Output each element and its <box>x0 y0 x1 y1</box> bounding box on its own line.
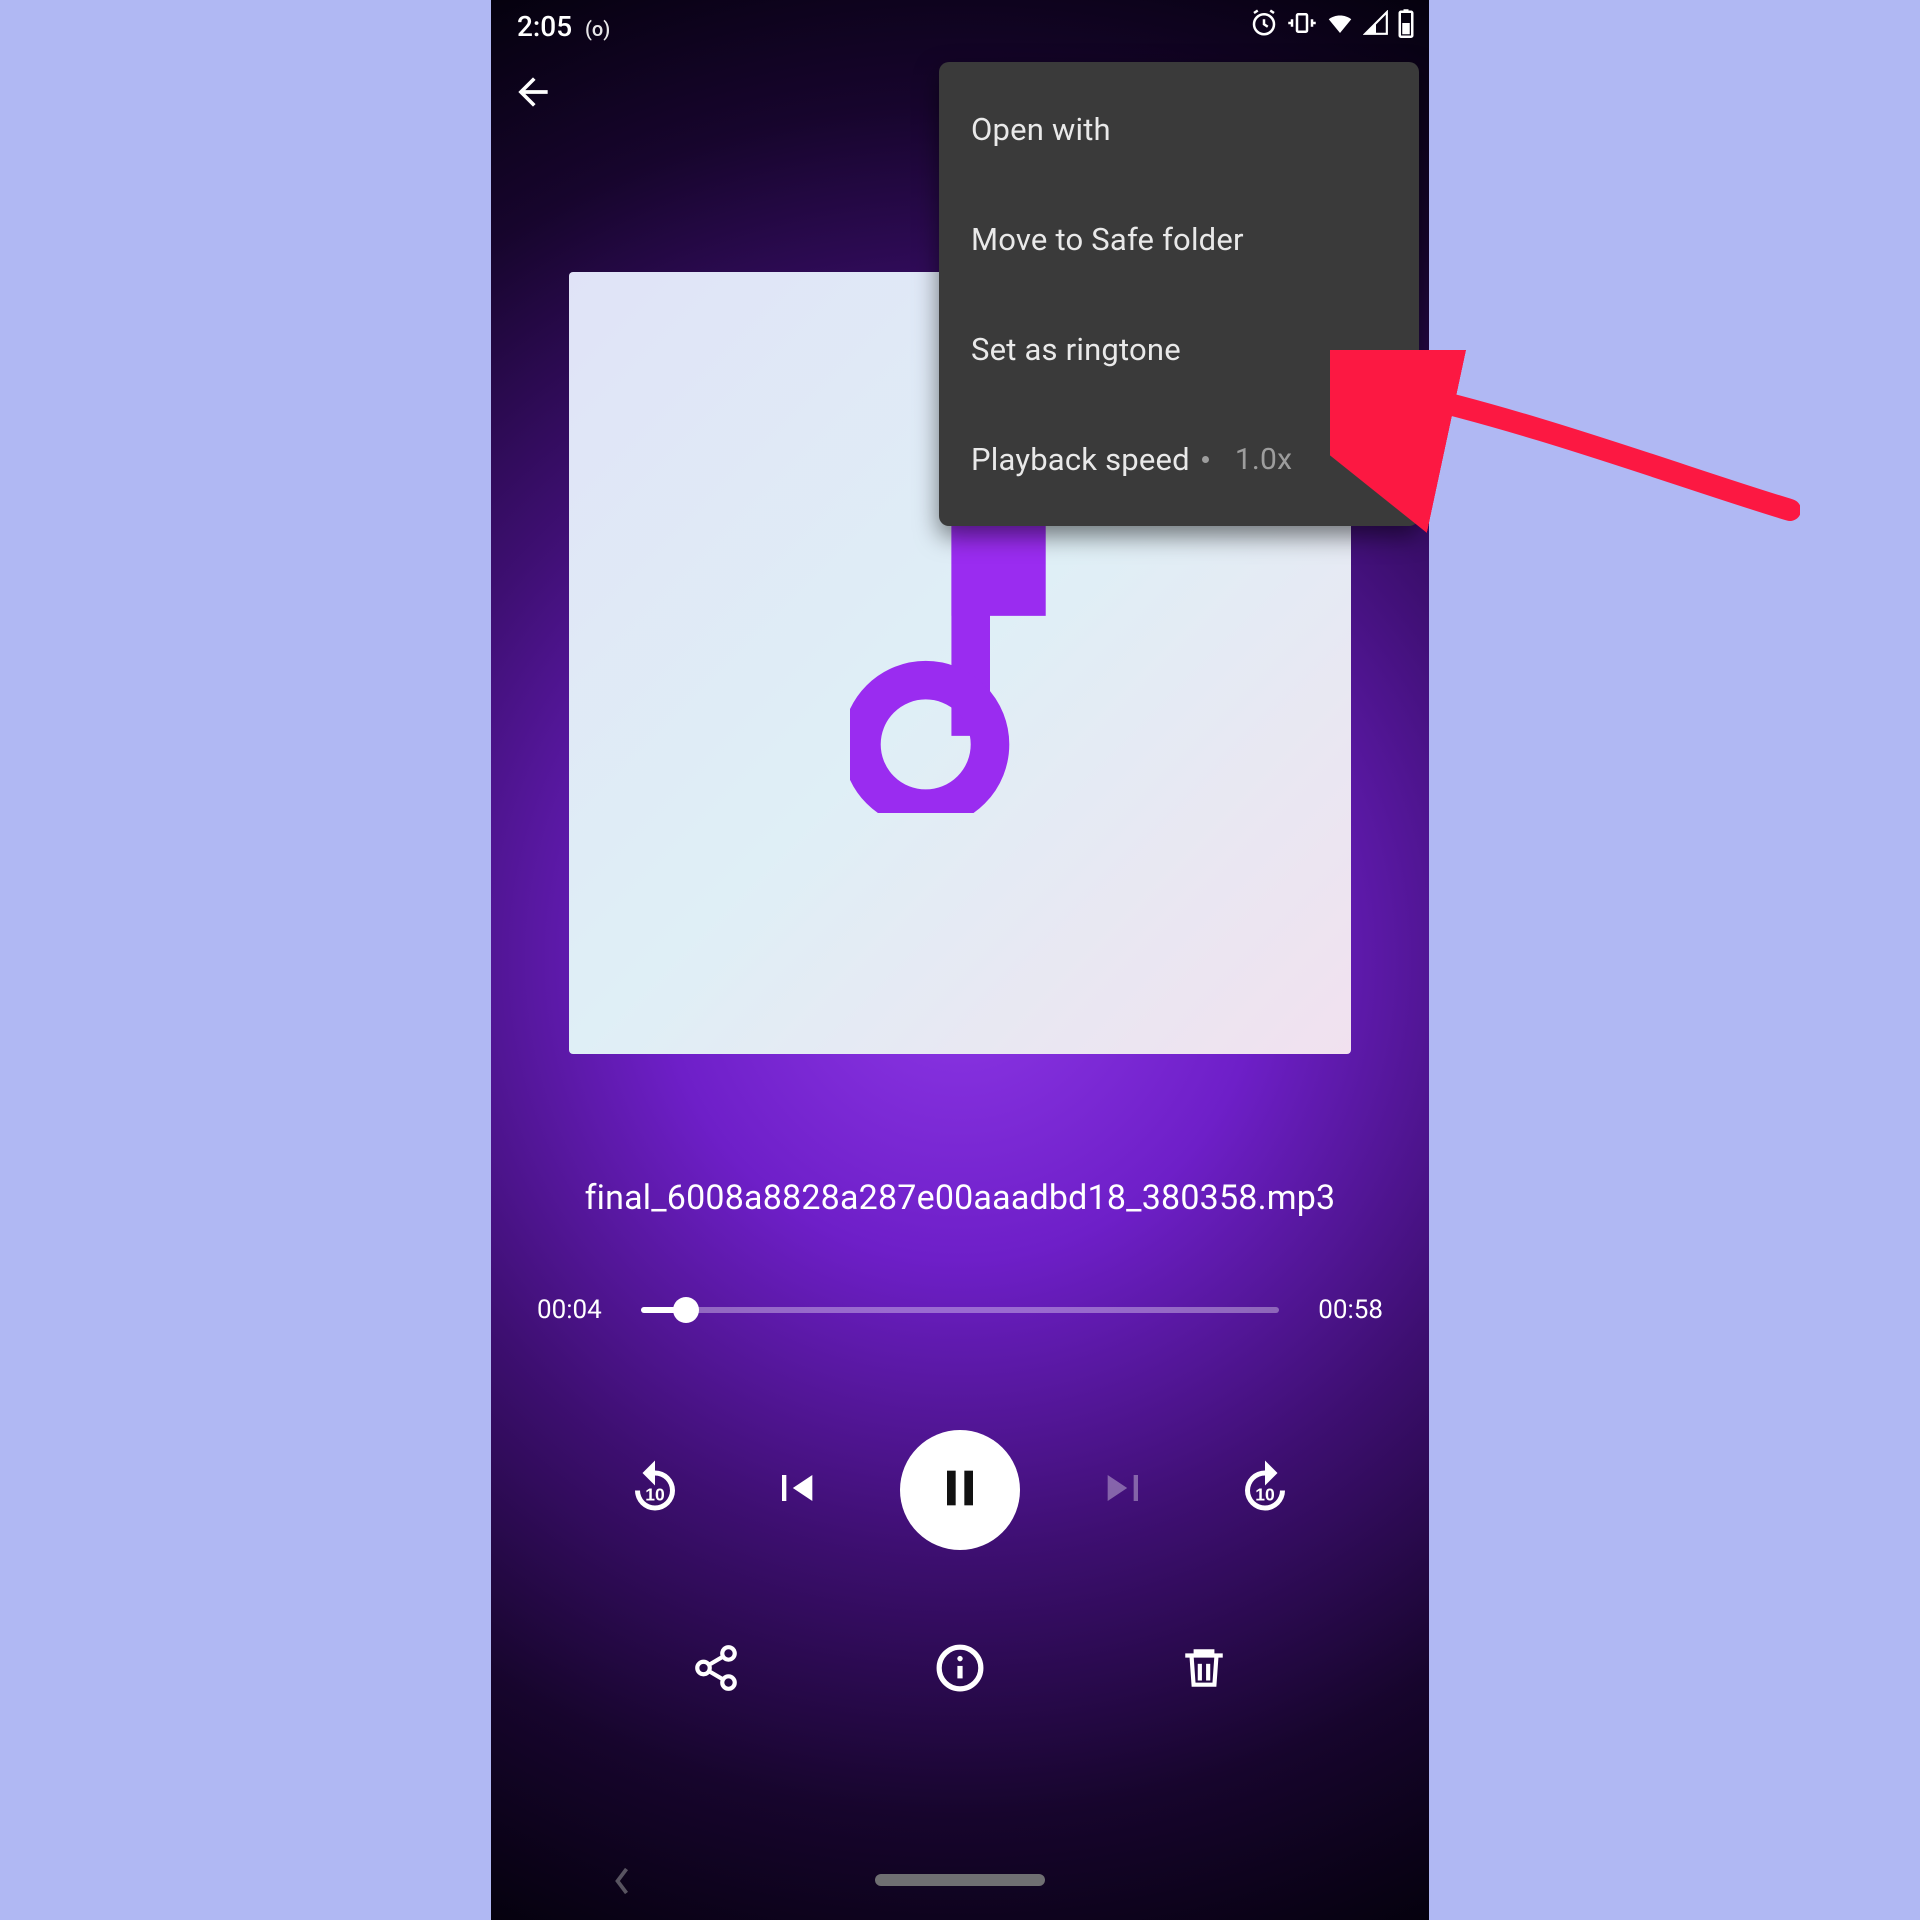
cell-signal-icon <box>1363 10 1389 36</box>
system-nav-bar <box>491 1840 1429 1920</box>
pause-icon <box>934 1462 986 1518</box>
phone-screen: 2:05 (o) <box>491 0 1429 1920</box>
status-right <box>1249 8 1415 38</box>
status-time: 2:05 <box>517 10 572 43</box>
replay-10-button[interactable]: 10 <box>620 1455 690 1525</box>
alarm-icon <box>1249 8 1279 38</box>
gesture-pill[interactable] <box>875 1874 1045 1886</box>
time-total: 00:58 <box>1297 1295 1383 1325</box>
vibrate-icon <box>1287 8 1317 38</box>
skip-next-icon <box>1099 1462 1151 1518</box>
action-row <box>491 1600 1429 1740</box>
time-elapsed: 00:04 <box>537 1295 623 1325</box>
trash-icon <box>1179 1643 1229 1697</box>
skip-previous-button[interactable] <box>760 1455 830 1525</box>
status-recording: (o) <box>585 17 610 41</box>
menu-item-label: Set as ringtone <box>971 331 1181 368</box>
menu-open-with[interactable]: Open with <box>939 74 1419 184</box>
transport-controls: 10 10 <box>491 1400 1429 1580</box>
back-button[interactable] <box>505 66 561 122</box>
menu-playback-speed[interactable]: Playback speed 1.0x <box>939 404 1419 514</box>
seek-thumb[interactable] <box>673 1297 699 1323</box>
skip-previous-icon <box>769 1462 821 1518</box>
svg-text:10: 10 <box>645 1485 665 1505</box>
replay-10-icon: 10 <box>625 1458 685 1522</box>
menu-item-label: Move to Safe folder <box>971 221 1244 258</box>
share-icon <box>691 1643 741 1697</box>
separator-dot <box>1202 456 1209 463</box>
system-back-button[interactable] <box>611 1866 641 1896</box>
arrow-back-icon <box>511 70 555 118</box>
menu-set-as-ringtone[interactable]: Set as ringtone <box>939 294 1419 404</box>
menu-item-label: Open with <box>971 111 1111 148</box>
info-icon <box>935 1643 985 1697</box>
skip-next-button[interactable] <box>1090 1455 1160 1525</box>
status-bar: 2:05 (o) <box>491 0 1429 52</box>
play-pause-button[interactable] <box>900 1430 1020 1550</box>
forward-10-icon: 10 <box>1235 1458 1295 1522</box>
battery-icon <box>1397 8 1415 38</box>
menu-item-label: Playback speed <box>971 441 1190 478</box>
forward-10-button[interactable]: 10 <box>1230 1455 1300 1525</box>
seek-bar[interactable] <box>641 1307 1279 1313</box>
svg-text:10: 10 <box>1255 1485 1275 1505</box>
info-button[interactable] <box>928 1638 992 1702</box>
menu-move-to-safe-folder[interactable]: Move to Safe folder <box>939 184 1419 294</box>
track-filename: final_6008a8828a287e00aaadbd18_380358.mp… <box>491 1178 1429 1218</box>
progress-row: 00:04 00:58 <box>537 1280 1383 1340</box>
music-note-icon <box>850 513 1070 813</box>
stage: { "status_bar": { "time": "2:05", "recor… <box>0 0 1920 1920</box>
overflow-menu: Open with Move to Safe folder Set as rin… <box>939 62 1419 526</box>
share-button[interactable] <box>684 1638 748 1702</box>
delete-button[interactable] <box>1172 1638 1236 1702</box>
wifi-icon <box>1325 8 1355 38</box>
playback-speed-value: 1.0x <box>1235 442 1292 477</box>
